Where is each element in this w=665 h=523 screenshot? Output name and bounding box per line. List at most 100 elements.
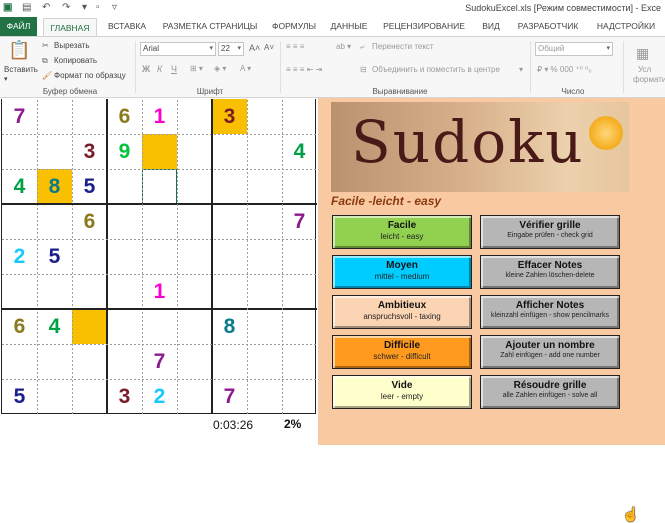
wrap-text-button[interactable]: Перенести текст — [372, 42, 434, 51]
sudoku-cell[interactable] — [212, 274, 247, 309]
sudoku-cell[interactable] — [247, 379, 282, 414]
paste-button[interactable]: Вставить — [4, 65, 38, 74]
sudoku-cell[interactable] — [2, 274, 37, 309]
sudoku-cell[interactable] — [37, 274, 72, 309]
paste-dropdown-icon[interactable]: ▾ — [4, 75, 8, 83]
sudoku-cell[interactable] — [142, 309, 177, 344]
sudoku-cell[interactable] — [2, 344, 37, 379]
sudoku-cell[interactable]: 5 — [37, 239, 72, 274]
sudoku-cell[interactable] — [177, 344, 212, 379]
currency-icon[interactable]: ₽ ▾ % 000 ⁺⁰ ⁰₀ — [537, 65, 592, 74]
sudoku-cell[interactable]: 6 — [72, 204, 107, 239]
cut-button[interactable]: Вырезать — [54, 41, 90, 50]
sudoku-cell[interactable] — [282, 274, 317, 309]
undo-icon[interactable]: ↶ — [42, 2, 50, 15]
sudoku-cell[interactable] — [212, 134, 247, 169]
sudoku-cell[interactable]: 6 — [107, 99, 142, 134]
sudoku-cell[interactable] — [107, 309, 142, 344]
sudoku-cell[interactable] — [177, 239, 212, 274]
increase-font-icon[interactable]: A˄ — [249, 43, 260, 53]
align-top-icon[interactable]: ≡ ≡ ≡ — [286, 42, 304, 51]
sudoku-cell[interactable] — [247, 169, 282, 204]
sudoku-cell[interactable]: 3 — [72, 134, 107, 169]
sudoku-cell[interactable] — [2, 134, 37, 169]
tab-data[interactable]: ДАННЫЕ — [326, 17, 372, 36]
italic-icon[interactable]: К — [157, 64, 162, 74]
cut-icon[interactable]: ✂ — [42, 41, 49, 50]
sudoku-cell[interactable]: 5 — [2, 379, 37, 414]
sudoku-cell[interactable] — [37, 204, 72, 239]
sudoku-cell[interactable] — [247, 134, 282, 169]
font-color-icon[interactable]: A ▾ — [240, 64, 251, 73]
sudoku-cell[interactable] — [282, 344, 317, 379]
underline-icon[interactable]: Ч — [171, 64, 177, 74]
sudoku-cell[interactable] — [72, 309, 107, 344]
copy-button[interactable]: Копировать — [54, 56, 97, 65]
sudoku-cell[interactable]: 7 — [212, 379, 247, 414]
sudoku-cell[interactable] — [282, 99, 317, 134]
tab-home[interactable]: ГЛАВНАЯ — [43, 18, 97, 36]
sudoku-cell[interactable] — [177, 134, 212, 169]
fill-color-icon[interactable]: ◈ ▾ — [214, 64, 226, 73]
sudoku-cell[interactable] — [107, 239, 142, 274]
borders-icon[interactable]: ⊞ ▾ — [190, 64, 203, 73]
action-button-4[interactable]: Ajouter un nombre Zahl einfügen - add one… — [480, 335, 620, 369]
sudoku-cell[interactable]: 1 — [142, 274, 177, 309]
sudoku-cell[interactable] — [177, 169, 212, 204]
sudoku-cell[interactable] — [72, 239, 107, 274]
copy-icon[interactable]: ⧉ — [42, 56, 48, 66]
sudoku-cell[interactable]: 3 — [212, 99, 247, 134]
tab-addins[interactable]: НАДСТРОЙКИ — [590, 17, 662, 36]
tab-view[interactable]: ВИД — [476, 17, 506, 36]
sudoku-cell[interactable] — [177, 274, 212, 309]
sudoku-cell[interactable] — [142, 204, 177, 239]
sudoku-cell[interactable] — [212, 169, 247, 204]
sudoku-cell[interactable] — [2, 204, 37, 239]
format-painter-icon[interactable]: 🖌 — [42, 71, 52, 80]
font-name-select[interactable]: Arial ▾ — [140, 42, 216, 56]
sudoku-cell[interactable] — [282, 309, 317, 344]
sudoku-cell[interactable]: 1 — [142, 99, 177, 134]
sudoku-cell[interactable] — [37, 99, 72, 134]
tab-developer[interactable]: РАЗРАБОТЧИК — [510, 17, 586, 36]
sudoku-cell[interactable] — [37, 379, 72, 414]
sudoku-cell[interactable] — [142, 134, 177, 169]
level-button-2[interactable]: Moyen mittel - medium — [332, 255, 472, 289]
sudoku-cell[interactable]: 7 — [2, 99, 37, 134]
sudoku-cell[interactable]: 2 — [142, 379, 177, 414]
format-painter-button[interactable]: Формат по образцу — [54, 71, 126, 80]
conditional-format-button[interactable]: Усл — [638, 65, 651, 74]
sudoku-cell[interactable] — [177, 379, 212, 414]
tab-page-layout[interactable]: РАЗМЕТКА СТРАНИЦЫ — [158, 17, 262, 36]
tab-file[interactable]: ФАЙЛ — [0, 17, 37, 36]
sudoku-cell[interactable]: 4 — [37, 309, 72, 344]
action-button-2[interactable]: Effacer Notes kleine Zahlen löschen-delet… — [480, 255, 620, 289]
sudoku-cell[interactable] — [72, 99, 107, 134]
bold-icon[interactable]: Ж — [142, 64, 150, 74]
sudoku-cell[interactable] — [177, 204, 212, 239]
sudoku-cell[interactable] — [247, 239, 282, 274]
sudoku-cell[interactable]: 5 — [72, 169, 107, 204]
sudoku-cell[interactable] — [107, 204, 142, 239]
wrap-text-icon[interactable]: ⤶ — [360, 42, 364, 52]
sudoku-cell[interactable]: 4 — [2, 169, 37, 204]
sudoku-cell[interactable]: 6 — [2, 309, 37, 344]
save-icon[interactable]: ▤ — [22, 2, 31, 15]
sudoku-cell[interactable]: 8 — [212, 309, 247, 344]
tab-review[interactable]: РЕЦЕНЗИРОВАНИЕ — [376, 17, 472, 36]
merge-icon[interactable]: ⊟ — [360, 65, 367, 74]
sudoku-cell[interactable] — [107, 344, 142, 379]
action-button-1[interactable]: Vérifier grille Eingabe prüfen - check gr… — [480, 215, 620, 249]
sudoku-cell[interactable]: 9 — [107, 134, 142, 169]
tab-insert[interactable]: ВСТАВКА — [100, 17, 154, 36]
conditional-format-icon[interactable]: ▦ — [636, 45, 649, 62]
sudoku-cell[interactable] — [247, 309, 282, 344]
merge-center-button[interactable]: Объединить и поместить в центре — [372, 65, 500, 74]
action-button-3[interactable]: Afficher Notes kleinzahl einfügen - show … — [480, 295, 620, 329]
sudoku-cell[interactable] — [212, 204, 247, 239]
sudoku-cell[interactable] — [72, 274, 107, 309]
decrease-font-icon[interactable]: A˅ — [264, 43, 274, 52]
sudoku-cell[interactable] — [72, 344, 107, 379]
sudoku-cell[interactable] — [212, 239, 247, 274]
sudoku-cell[interactable] — [177, 309, 212, 344]
